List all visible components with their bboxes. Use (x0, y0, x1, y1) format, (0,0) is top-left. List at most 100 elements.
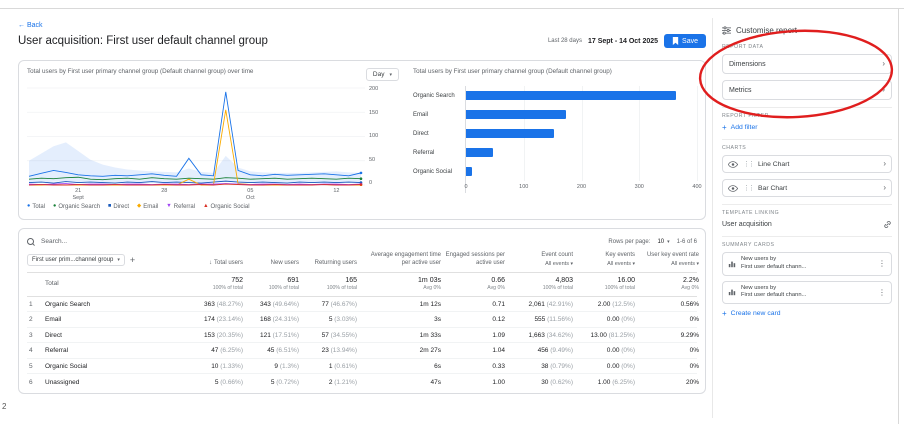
metric-cell: 0% (689, 316, 699, 324)
bar-category-label: Direct (413, 130, 429, 137)
table-row[interactable]: 4 Referral 47 (6.25%) 45 (6.51%) 23 (13.94%)… (27, 343, 699, 359)
bar-referral[interactable] (466, 148, 494, 158)
metric-cell: 23 (13.94%) (321, 347, 357, 355)
section-label-summary-cards: SUMMARY CARDS (722, 242, 775, 248)
plus-icon: + (722, 123, 727, 132)
channel-name: Direct (45, 331, 62, 339)
legend-item-organic-search[interactable]: ● Organic Search (53, 204, 100, 210)
drag-handle-icon[interactable]: ⋮⋮ (743, 160, 755, 168)
more-options-icon[interactable]: ⋮ (878, 288, 886, 297)
legend-item-direct[interactable]: ■ Direct (108, 204, 129, 210)
legend-item-email[interactable]: ◆ Email (137, 204, 158, 210)
column-header-total-users[interactable]: ↓ Total users (185, 260, 243, 268)
column-header-user-key-event-rate[interactable]: User key event rate All events ▾ (635, 252, 699, 268)
metric-cell: 1.00 (6.25%) (597, 378, 635, 386)
metric-cell: 0.00 (0%) (606, 362, 635, 370)
pagination-status: 1-6 of 6 (676, 238, 697, 245)
metric-cell: 1m 12s (419, 300, 441, 308)
more-options-icon[interactable]: ⋮ (878, 259, 886, 268)
totals-cell: 691 100% of total (268, 276, 299, 291)
line-chart-row[interactable]: ⋮⋮ Line Chart › (722, 155, 892, 173)
table-search[interactable] (27, 237, 149, 246)
metric-cell: 0% (689, 347, 699, 355)
metric-cell: 30 (0.62%) (541, 378, 573, 386)
legend-item-referral[interactable]: ▼ Referral (166, 204, 195, 210)
referral-marker-icon: ▼ (166, 203, 172, 210)
column-header-average-engagement-time-per-active-user[interactable]: Average engagement time per active user (357, 252, 441, 268)
summary-card[interactable]: New users by First user default chann...… (722, 280, 892, 305)
channel-name: Organic Social (45, 362, 88, 370)
metric-scope-select[interactable]: All events ▾ (577, 261, 635, 268)
metric-cell: 0.00 (0%) (606, 347, 635, 355)
table-row[interactable]: 1 Organic Search 363 (48.27%) 343 (49.64%) 7… (27, 297, 699, 313)
column-header-engaged-sessions-per-active-user[interactable]: Engaged sessions per active user (441, 252, 505, 268)
row-number: 4 (29, 347, 33, 355)
row-number: 6 (29, 378, 33, 386)
channel-name: Unassigned (45, 378, 80, 386)
table-row[interactable]: 5 Organic Social 10 (1.33%) 9 (1.3%) 1 (0.61… (27, 359, 699, 375)
bar-organic-search[interactable] (466, 91, 676, 101)
table-row[interactable]: 6 Unassigned 5 (0.66%) 5 (0.72%) 2 (1.21%) 47… (27, 374, 699, 390)
bar-plot-area: 0 100 200 300 400 (464, 86, 702, 194)
summary-card[interactable]: New users by First user default chann...… (722, 252, 892, 276)
drag-handle-icon[interactable]: ⋮⋮ (743, 184, 755, 192)
search-input[interactable] (39, 237, 149, 246)
divider (722, 139, 892, 140)
add-dimension-button[interactable]: + (130, 255, 135, 265)
totals-cell: 0.66 Avg 0% (487, 276, 505, 291)
metric-scope-select[interactable]: All events ▾ (639, 261, 699, 268)
customise-report-panel: Customise report REPORT DATA Dimensions … (712, 18, 898, 418)
metrics-button[interactable]: Metrics › (722, 80, 892, 100)
x-axis-tick: 0 (464, 184, 468, 191)
dimension-selector[interactable]: First user prim...channel group ▾ (27, 253, 125, 266)
table-row[interactable]: 2 Email 174 (23.14%) 168 (24.31%) 5 (3.03%) 3… (27, 312, 699, 328)
column-header-key-events[interactable]: Key events All events ▾ (573, 252, 635, 268)
section-label-charts: CHARTS (722, 145, 747, 151)
column-header-event-count[interactable]: Event count All events ▾ (505, 252, 573, 268)
bar-chart-row[interactable]: ⋮⋮ Bar Chart › (722, 179, 892, 197)
bar-direct[interactable] (466, 129, 555, 139)
save-button[interactable]: Save (664, 34, 706, 48)
legend-item-organic-social[interactable]: ▲ Organic Social (203, 204, 249, 210)
line-chart-section: Total users by First user primary channe… (27, 68, 399, 212)
bar-category-labels: Organic Search Email Direct Referral Organic… (413, 86, 465, 193)
metric-cell: 1 (0.61%) (328, 362, 357, 370)
total-marker-icon: ● (27, 203, 31, 210)
x-axis-label: 21 Sept (72, 188, 84, 201)
visibility-icon[interactable] (728, 160, 738, 168)
back-link[interactable]: ← Back (18, 22, 43, 29)
metric-cell: 1,663 (34.62%) (528, 331, 573, 339)
dimensions-button[interactable]: Dimensions › (722, 54, 892, 74)
metric-scope-select[interactable]: All events ▾ (509, 261, 573, 268)
bar-organic-social[interactable] (466, 167, 472, 177)
charts-card: Total users by First user primary channe… (18, 60, 706, 220)
legend-label: Direct (113, 204, 130, 210)
table-row[interactable]: 3 Direct 153 (20.35%) 121 (17.51%) 57 (34.55… (27, 328, 699, 344)
bar-chart-title: Total users by First user primary channe… (413, 68, 612, 75)
date-range-picker[interactable]: 17 Sept - 14 Oct 2025 (588, 38, 658, 45)
legend-item-total[interactable]: ● Total (27, 204, 45, 210)
ga4-report-screen: ← Back User acquisition: First user defa… (0, 0, 904, 424)
add-filter-button[interactable]: + Add filter (722, 123, 892, 132)
totals-cell: 2.2% Avg 0% (681, 276, 699, 291)
totals-cell: 16.00 100% of total (604, 276, 635, 291)
bar-row (466, 86, 697, 105)
metric-cell: 555 (11.56%) (534, 316, 573, 324)
column-header-returning-users[interactable]: Returning users (299, 260, 357, 268)
channel-name: Referral (45, 347, 69, 355)
y-axis-label: 100 (369, 133, 379, 139)
rows-per-page-select[interactable]: 10 ▾ (657, 239, 669, 245)
granularity-select[interactable]: Day ▾ (365, 68, 399, 81)
column-header-new-users[interactable]: New users (243, 260, 299, 268)
divider (722, 107, 892, 108)
organic-social-marker-icon: ▲ (203, 203, 209, 210)
create-new-card-button[interactable]: + Create new card (722, 309, 892, 318)
section-label-report-filter: REPORT FILTER (722, 113, 769, 119)
y-axis-label: 200 (369, 86, 379, 92)
link-icon[interactable] (883, 220, 892, 229)
visibility-icon[interactable] (728, 184, 738, 192)
search-icon (27, 237, 35, 246)
bookmark-icon (672, 37, 679, 45)
bar-email[interactable] (466, 110, 567, 120)
legend-label: Organic Search (58, 204, 101, 210)
